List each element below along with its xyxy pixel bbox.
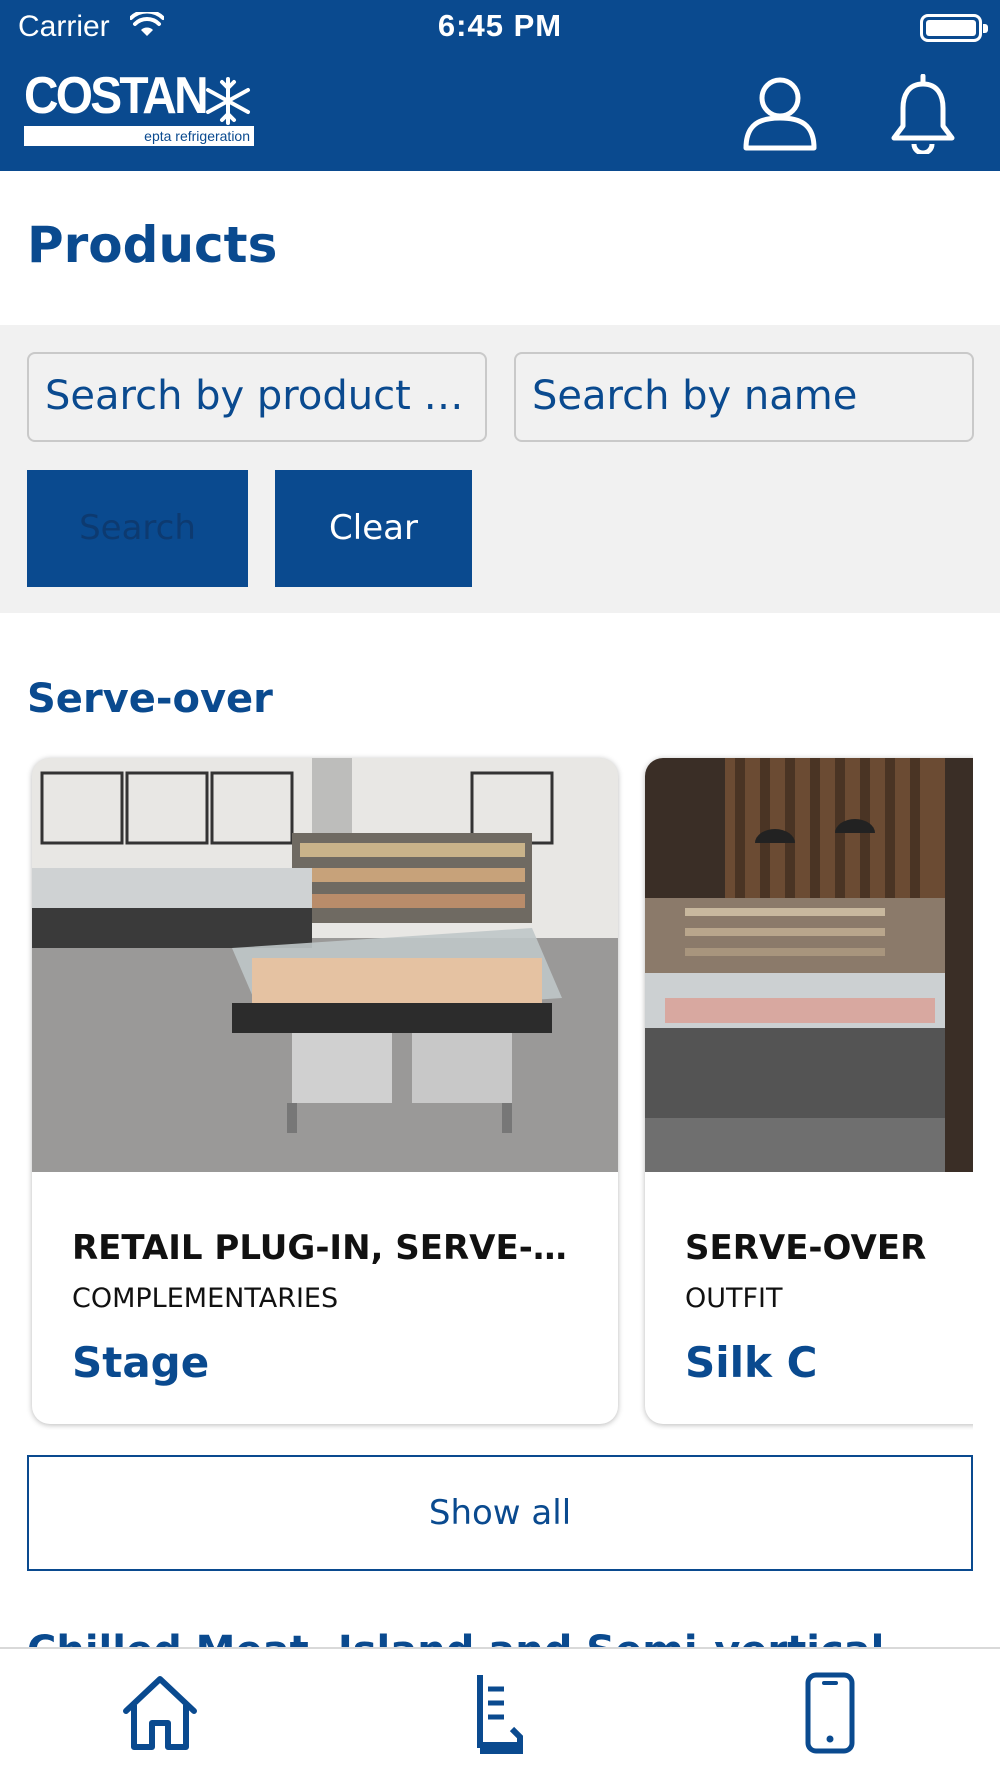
logo-tagline: epta refrigeration bbox=[24, 126, 254, 146]
app-header: Carrier 6:45 PM COSTAN epta refrigeratio… bbox=[0, 0, 1000, 171]
card-category: RETAIL PLUG-IN, SERVE-OVER bbox=[72, 1228, 578, 1268]
search-button[interactable]: Search bbox=[27, 470, 248, 587]
product-card[interactable]: RETAIL PLUG-IN, SERVE-OVER COMPLEMENTARI… bbox=[32, 758, 618, 1424]
card-subcategory: COMPLEMENTARIES bbox=[72, 1283, 339, 1314]
search-panel: Search by product code Search by name Se… bbox=[0, 325, 1000, 613]
product-card[interactable]: SERVE-OVER OUTFIT Silk C bbox=[645, 758, 973, 1424]
card-subcategory: OUTFIT bbox=[685, 1283, 783, 1314]
product-image bbox=[645, 758, 973, 1172]
product-carousel[interactable]: RETAIL PLUG-IN, SERVE-OVER COMPLEMENTARI… bbox=[0, 750, 973, 1430]
tab-device[interactable] bbox=[800, 1671, 860, 1759]
battery-icon bbox=[920, 14, 988, 42]
bell-icon bbox=[891, 73, 955, 156]
bottom-tab-bar bbox=[0, 1647, 1000, 1778]
user-icon bbox=[743, 77, 817, 151]
catalog-icon bbox=[477, 1675, 523, 1754]
show-all-button[interactable]: Show all bbox=[27, 1455, 973, 1571]
tab-catalog[interactable] bbox=[470, 1671, 530, 1759]
card-category: SERVE-OVER bbox=[685, 1228, 927, 1268]
product-code-search-input[interactable]: Search by product code bbox=[27, 352, 487, 442]
page-title: Products bbox=[27, 216, 278, 274]
logo-wordmark: COSTAN bbox=[24, 67, 209, 125]
clear-button[interactable]: Clear bbox=[275, 470, 472, 587]
name-search-input[interactable]: Search by name bbox=[514, 352, 974, 442]
product-image bbox=[32, 758, 618, 1172]
section-title: Serve-over bbox=[27, 676, 273, 722]
status-time: 6:45 PM bbox=[437, 8, 563, 43]
card-product-name: Stage bbox=[72, 1338, 210, 1387]
brand-logo: COSTAN epta refrigeration bbox=[24, 67, 260, 148]
snowflake-icon bbox=[202, 76, 254, 130]
card-product-name: Silk C bbox=[685, 1338, 818, 1387]
status-bar: Carrier 6:45 PM bbox=[0, 0, 1000, 56]
tab-home[interactable] bbox=[118, 1671, 202, 1759]
home-icon bbox=[123, 1676, 197, 1750]
notifications-button[interactable] bbox=[890, 73, 956, 158]
profile-button[interactable] bbox=[740, 74, 820, 158]
device-icon bbox=[805, 1672, 855, 1754]
